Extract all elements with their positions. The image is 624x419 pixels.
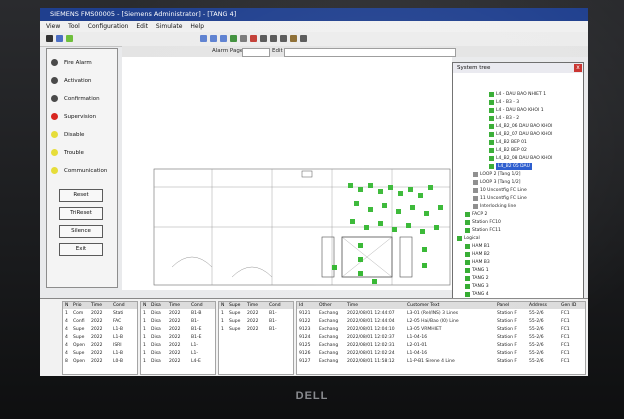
table-row[interactable]: 9124 Exchang 2022/08/01 12:02:37 L1-04-16 St… <box>297 334 585 341</box>
status-dot-icon <box>51 131 58 138</box>
event-grid-1: N Prio Time Cond 1 Com 2022 Stati 4 Confi 202… <box>62 301 138 375</box>
table-row[interactable]: 1 Com 2022 Stati <box>63 310 137 317</box>
table-row[interactable]: 1 Disa 2022 B1-E <box>141 326 215 333</box>
menu-bar: View Tool Configuration Edit Simulate He… <box>40 21 588 32</box>
menu-tool[interactable]: Tool <box>68 23 80 30</box>
menu-edit[interactable]: Edit <box>136 23 148 30</box>
table-row[interactable]: 1 Supe 2022 B1- <box>219 326 293 333</box>
select-icon[interactable] <box>240 35 247 42</box>
table-row[interactable]: 4 Supe 2022 L1-B <box>63 334 137 341</box>
device-markers <box>332 183 443 284</box>
page-toolbar: Alarm Page Edit <box>122 46 588 57</box>
screen: SIEMENS FMS00005 - [Siemens Administrato… <box>40 8 588 376</box>
table-row[interactable]: 1 Disa 2022 L1- <box>141 350 215 357</box>
floor-plan-canvas[interactable] <box>122 57 452 290</box>
status-label: Supervision <box>64 114 97 120</box>
zoom-fit-icon[interactable] <box>220 35 227 42</box>
table-row[interactable]: 1 Disa 2022 L4-E <box>141 358 215 365</box>
event-panel: N Prio Time Cond 1 Com 2022 Stati 4 Confi 202… <box>40 298 588 376</box>
table-row[interactable]: 9122 Exchang 2022/08/01 12:44:04 L2-05 Hai/… <box>297 318 585 325</box>
table-row[interactable]: 4 Supe 2022 L1-B <box>63 350 137 357</box>
status-label: Activation <box>64 78 92 84</box>
pan-icon[interactable] <box>230 35 237 42</box>
grid-header: Id Other Time Customer Text Panel Addres… <box>297 302 585 309</box>
menu-simulate[interactable]: Simulate <box>156 23 183 30</box>
print-icon[interactable] <box>280 35 287 42</box>
status-dot-icon <box>51 113 58 120</box>
layer-icon[interactable] <box>270 35 277 42</box>
wrench-icon[interactable] <box>290 35 297 42</box>
status-dot-icon <box>51 59 58 66</box>
table-row[interactable]: 9126 Exchang 2022/08/01 12:02:24 L1-04-16 St… <box>297 350 585 357</box>
status-dot-icon <box>51 149 58 156</box>
table-row[interactable]: 1 Disa 2022 B1- <box>141 318 215 325</box>
open-icon[interactable] <box>56 35 63 42</box>
table-row[interactable]: 1 Supe 2022 B1- <box>219 310 293 317</box>
grid-header: N Prio Time Cond <box>63 302 137 309</box>
status-dot-icon <box>51 77 58 84</box>
close-icon[interactable]: x <box>574 64 582 72</box>
grid-header: N Disa Time Cond <box>141 302 215 309</box>
status-label: Disable <box>64 132 85 138</box>
status-label: Fire Alarm <box>64 60 92 66</box>
window-title: SIEMENS FMS00005 - [Siemens Administrato… <box>40 8 588 21</box>
table-row[interactable]: 9123 Exchang 2022/08/01 12:04:10 L3-05 VRMH… <box>297 326 585 333</box>
status-label: Confirmation <box>64 96 100 102</box>
delete-icon[interactable] <box>250 35 257 42</box>
silence-button[interactable]: Silence <box>59 225 103 238</box>
table-row[interactable]: 1 Disa 2022 B1-E <box>141 334 215 341</box>
table-row[interactable]: 1 Disa 2022 L1- <box>141 342 215 349</box>
event-grid-3: N Supe Time Cond 1 Supe 2022 B1- 1 Supe 2022 B… <box>218 301 294 375</box>
status-label: Communication <box>64 168 108 174</box>
trireset-button[interactable]: TriReset <box>59 207 103 220</box>
status-dot-icon <box>51 167 58 174</box>
zoom-in-icon[interactable] <box>200 35 207 42</box>
status-label: Trouble <box>64 150 84 156</box>
table-row[interactable]: 1 Supe 2022 B1- <box>219 318 293 325</box>
table-row[interactable]: 4 Supe 2022 L1-B <box>63 326 137 333</box>
system-tree-title: System tree <box>453 63 583 73</box>
table-row[interactable]: 9127 Exchang 2022/08/01 11:58:12 L1-P-B1 Si… <box>297 358 585 365</box>
table-row[interactable]: 8 Open 2022 L0-B <box>63 358 137 365</box>
page-select[interactable] <box>242 48 270 57</box>
save-icon[interactable] <box>46 35 53 42</box>
menu-help[interactable]: Help <box>190 23 204 30</box>
status-dot-icon <box>51 95 58 102</box>
refresh-icon[interactable] <box>66 35 73 42</box>
grid-header: N Supe Time Cond <box>219 302 293 309</box>
status-panel: Fire Alarm Activation Confirmation Super… <box>46 48 118 288</box>
page-label: Alarm Page <box>212 48 244 54</box>
table-row[interactable]: 1 Disa 2022 B1-B <box>141 310 215 317</box>
system-tree-window: System tree x L4 - DAU BAO NHIET 1 L4 - … <box>452 62 584 312</box>
table-row[interactable]: 9125 Exchang 2022/08/01 12:02:31 L2-01-01 St… <box>297 342 585 349</box>
exit-button[interactable]: Exit <box>59 243 103 256</box>
table-row[interactable]: 9121 Exchang 2022/08/01 12:44:07 L3-01 (Rel… <box>297 310 585 317</box>
menu-view[interactable]: View <box>46 23 60 30</box>
menu-configuration[interactable]: Configuration <box>88 23 129 30</box>
grid-icon[interactable] <box>260 35 267 42</box>
zoom-out-icon[interactable] <box>210 35 217 42</box>
event-grid-4: Id Other Time Customer Text Panel Addres… <box>296 301 586 375</box>
table-row[interactable]: 4 Open 2022 ISRI <box>63 342 137 349</box>
system-tree: L4 - DAU BAO NHIET 1 L4 - B3 - 3 L4 - DA… <box>453 75 583 311</box>
toolbar <box>40 32 588 47</box>
dell-logo: DELL <box>295 390 329 402</box>
reset-button[interactable]: Reset <box>59 189 103 202</box>
page-name-field[interactable] <box>284 48 456 57</box>
event-grid-2: N Disa Time Cond 1 Disa 2022 B1-B 1 Disa 2022… <box>140 301 216 375</box>
help-icon[interactable] <box>300 35 307 42</box>
table-row[interactable]: 4 Confi 2022 FAC <box>63 318 137 325</box>
edit-label: Edit <box>272 48 283 54</box>
